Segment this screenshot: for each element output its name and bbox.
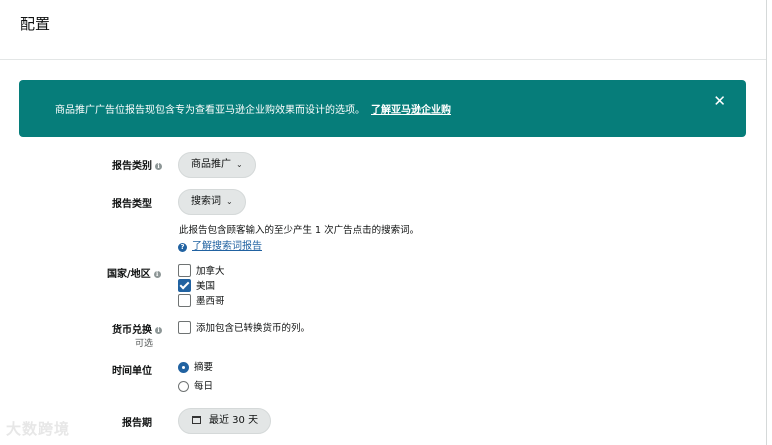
checkbox-checked[interactable] (178, 279, 191, 292)
chevron-down-icon: ⌄ (236, 160, 243, 169)
info-icon[interactable]: i (155, 327, 162, 334)
country-option-mexico[interactable]: 墨西哥 (178, 294, 225, 307)
currency-conversion-option[interactable]: 添加包含已转换货币的列。 (178, 321, 310, 334)
page-header: 配置 (0, 0, 766, 60)
page-title: 配置 (20, 15, 51, 33)
report-period-label: 报告期 (122, 418, 152, 429)
optional-label: 可选 (135, 339, 154, 349)
checkbox[interactable] (178, 294, 191, 307)
currency-option-label: 添加包含已转换货币的列。 (196, 323, 311, 334)
report-category-label: 报告类别 i (112, 157, 162, 172)
report-category-label-text: 报告类别 (112, 161, 152, 172)
checkbox[interactable] (178, 321, 191, 334)
divider (766, 0, 767, 445)
time-unit-daily[interactable]: 每日 (178, 380, 213, 393)
time-unit-option-label: 摘要 (194, 362, 214, 373)
watermark: 大数跨境 (6, 420, 71, 438)
radio[interactable] (178, 381, 189, 392)
currency-label: 货币兑换 i (112, 321, 162, 336)
help-icon: ? (178, 243, 187, 252)
info-icon[interactable]: i (153, 271, 161, 278)
banner-learn-more-link[interactable]: 了解亚马逊企业购 (371, 105, 451, 116)
banner-message: 商品推广广告位报告现包含专为查看亚马逊企业购效果而设计的选项。 了解亚马逊企业购 (55, 101, 451, 116)
help-row: ? 了解搜索词报告 (178, 237, 262, 252)
country-option-label: 美国 (196, 281, 216, 292)
country-label-text: 国家/地区 (107, 269, 151, 280)
country-option-usa[interactable]: 美国 (178, 279, 215, 292)
close-icon[interactable]: ✕ (713, 93, 726, 109)
checkbox[interactable] (178, 264, 191, 277)
country-option-label: 墨西哥 (196, 296, 225, 307)
report-type-value: 搜索词 (191, 196, 221, 207)
time-unit-option-label: 每日 (194, 381, 214, 392)
report-type-label: 报告类型 (112, 199, 152, 210)
report-period-value: 最近 30 天 (209, 415, 259, 426)
report-type-description: 此报告包含顾客输入的至少产生 1 次广告点击的搜索词。 (179, 225, 420, 236)
banner-text: 商品推广广告位报告现包含专为查看亚马逊企业购效果而设计的选项。 (55, 105, 365, 116)
country-option-label: 加拿大 (196, 266, 225, 277)
learn-search-term-report-link[interactable]: 了解搜索词报告 (192, 241, 262, 252)
report-category-dropdown[interactable]: 商品推广 ⌄ (178, 152, 256, 178)
info-icon[interactable]: i (155, 163, 162, 170)
country-label: 国家/地区 i (107, 265, 161, 280)
report-type-dropdown[interactable]: 搜索词 ⌄ (178, 189, 246, 215)
report-category-value: 商品推广 (191, 159, 231, 170)
chevron-down-icon: ⌄ (226, 197, 233, 206)
info-banner: 商品推广广告位报告现包含专为查看亚马逊企业购效果而设计的选项。 了解亚马逊企业购 … (19, 80, 746, 137)
calendar-icon (192, 416, 201, 424)
currency-label-text: 货币兑换 (112, 325, 152, 336)
radio-checked[interactable] (178, 362, 189, 373)
time-unit-summary[interactable]: 摘要 (178, 361, 213, 374)
time-unit-label: 时间单位 (112, 366, 152, 377)
country-option-canada[interactable]: 加拿大 (178, 264, 225, 277)
report-period-picker[interactable]: 最近 30 天 (178, 408, 272, 434)
